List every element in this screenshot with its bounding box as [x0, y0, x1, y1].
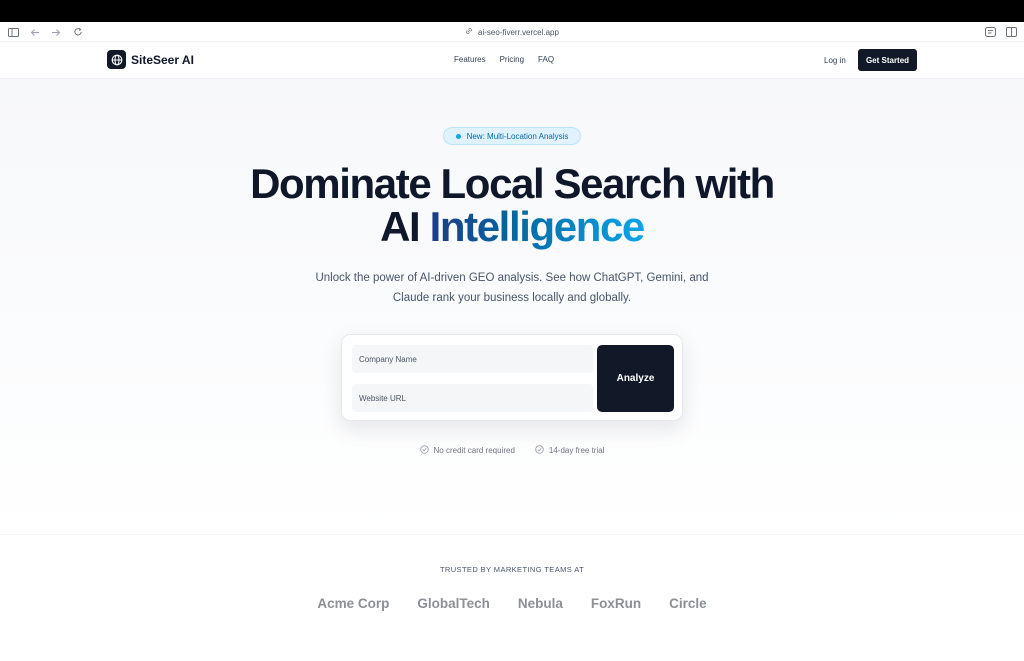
perk-item: 14-day free trial	[535, 445, 605, 456]
trusted-title: TRUSTED BY MARKETING TEAMS AT	[439, 565, 585, 574]
reader-icon[interactable]	[983, 25, 997, 39]
client-logo-foxrun: FoxRun	[590, 596, 642, 611]
perk-label: 14-day free trial	[548, 446, 605, 455]
analyze-button[interactable]: Analyze	[597, 345, 674, 412]
nav-links: Features Pricing FAQ	[454, 55, 554, 64]
perk-label: No credit card required	[433, 446, 515, 455]
back-arrow-icon[interactable]	[28, 25, 42, 39]
browser-toolbar: ai-seo-fiverr.vercel.app	[0, 22, 1024, 42]
tabs-icon[interactable]	[1004, 25, 1018, 39]
screen-top-bar	[0, 0, 1024, 22]
sidebar-icon[interactable]	[6, 25, 20, 39]
company-name-input[interactable]	[352, 345, 593, 373]
headline-line-1: Dominate Local Search with	[250, 160, 775, 207]
lock-icon	[465, 27, 473, 37]
badge-dot-icon	[455, 133, 461, 139]
login-link[interactable]: Log in	[824, 56, 846, 65]
perks-row: No credit card required 14-day free tria…	[0, 445, 1024, 456]
reload-icon[interactable]	[71, 25, 85, 39]
nav-link-features[interactable]: Features	[454, 55, 486, 64]
trusted-by-section: TRUSTED BY MARKETING TEAMS AT Acme Corp …	[0, 534, 1024, 661]
get-started-button[interactable]: Get Started	[858, 49, 917, 71]
client-logos: Acme Corp GlobalTech Nebula FoxRun Circl…	[0, 596, 1024, 611]
website-url-input[interactable]	[352, 384, 593, 412]
nav-link-pricing[interactable]: Pricing	[500, 55, 524, 64]
client-logo-acme: Acme Corp	[317, 596, 390, 611]
address-bar-url[interactable]: ai-seo-fiverr.vercel.app	[478, 28, 559, 37]
hero-headline: Dominate Local Search with AI Intelligen…	[0, 162, 1024, 248]
analysis-form: Analyze	[341, 334, 683, 421]
client-logo-globaltech: GlobalTech	[417, 596, 490, 611]
hero-section: New: Multi-Location Analysis Dominate Lo…	[0, 79, 1024, 534]
headline-ai: AI	[380, 203, 421, 250]
brand-name: SiteSeer AI	[131, 52, 194, 67]
check-circle-icon	[419, 445, 429, 456]
nav-link-faq[interactable]: FAQ	[538, 55, 554, 64]
headline-line-2: AI Intelligence	[0, 205, 1024, 248]
site-navbar: SiteSeer AI Features Pricing FAQ Log in …	[0, 42, 1024, 79]
forward-arrow-icon[interactable]	[49, 25, 63, 39]
headline-highlight: Intelligence	[429, 203, 646, 250]
check-circle-icon	[535, 445, 544, 456]
client-logo-circle: Circle	[669, 596, 707, 611]
globe-icon	[107, 50, 126, 69]
brand-logo[interactable]: SiteSeer AI	[107, 50, 194, 69]
new-feature-badge[interactable]: New: Multi-Location Analysis	[443, 127, 581, 145]
perk-item: No credit card required	[419, 445, 515, 456]
badge-label: New: Multi-Location Analysis	[466, 131, 569, 141]
client-logo-nebula: Nebula	[517, 596, 563, 611]
hero-subtitle: Unlock the power of AI-driven GEO analys…	[315, 272, 709, 304]
